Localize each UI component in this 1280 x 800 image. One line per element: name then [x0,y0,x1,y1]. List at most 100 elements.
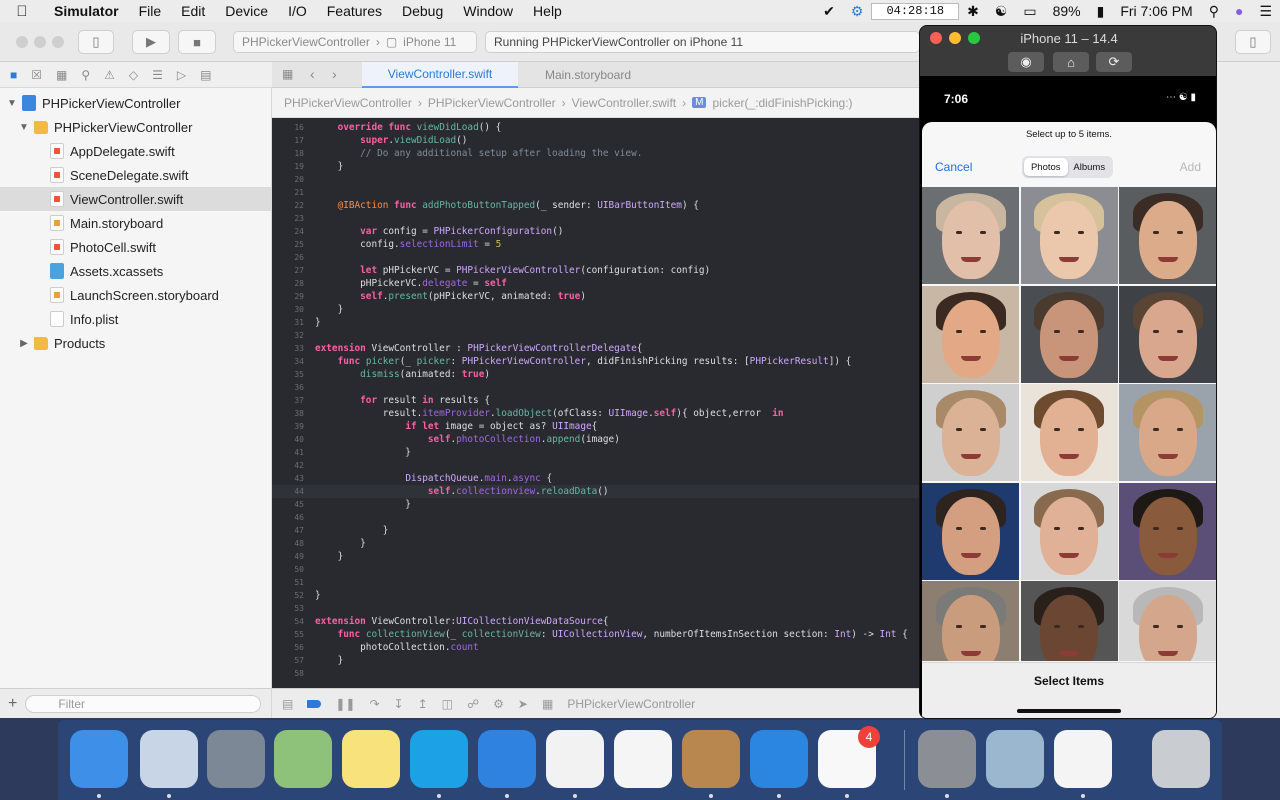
code-line[interactable]: 22 @IBAction func addPhotoButtonTapped(_… [272,199,922,212]
project-navigator-icon[interactable]: ■ [10,68,17,82]
photo-thumbnail[interactable] [1020,384,1118,481]
menu-window[interactable]: Window [453,0,523,22]
navigator-item-scenedelegate[interactable]: SceneDelegate.swift [0,163,271,187]
code-line[interactable]: 56 photoCollection.count [272,641,922,654]
stop-button-icon[interactable]: ■ [178,30,216,54]
code-line[interactable]: 30 } [272,303,922,316]
line-number[interactable]: 50 [272,563,304,576]
code-line[interactable]: 35 dismiss(animated: true) [272,368,922,381]
line-number[interactable]: 47 [272,524,304,537]
find-navigator-icon[interactable]: ⚲ [81,68,90,82]
line-number[interactable]: 41 [272,446,304,459]
code-line[interactable]: 52} [272,589,922,602]
disclosure-open-icon[interactable]: ▼ [18,122,30,133]
code-line[interactable]: 49 } [272,550,922,563]
photo-thumbnail[interactable] [1119,384,1216,481]
textedit-icon[interactable] [1054,730,1112,788]
photo-thumbnail[interactable] [922,581,1019,661]
code-line[interactable]: 42 [272,459,922,472]
line-number[interactable]: 20 [272,173,304,186]
back-arrow-icon[interactable]: ‹ [310,66,315,82]
mail-icon[interactable] [140,730,198,788]
xcode-icon[interactable] [478,730,536,788]
navigator-item-products[interactable]: ▶ Products [0,331,271,355]
code-line[interactable]: 31} [272,316,922,329]
code-line[interactable]: 43 DispatchQueue.main.async { [272,472,922,485]
tab-viewcontroller-swift[interactable]: ViewController.swift [362,62,518,88]
menu-features[interactable]: Features [317,0,392,22]
photo-thumbnail[interactable] [1020,285,1118,383]
line-number[interactable]: 48 [272,537,304,550]
test-navigator-icon[interactable]: ◇ [129,68,138,82]
code-line[interactable]: 25 config.selectionLimit = 5 [272,238,922,251]
line-number[interactable]: 45 [272,498,304,511]
launchpad-icon[interactable] [207,730,265,788]
jumpbar-method[interactable]: picker(_:didFinishPicking:) [712,96,852,110]
navigator-item-group[interactable]: ▼ PHPickerViewController [0,115,271,139]
line-number[interactable]: 25 [272,238,304,251]
control-center-icon[interactable]: ☰ [1251,3,1280,20]
photo-thumbnail[interactable] [922,285,1019,383]
line-number[interactable]: 22 [272,199,304,212]
code-line[interactable]: 16 override func viewDidLoad() { [272,121,922,134]
photo-thumbnail[interactable] [1119,285,1216,383]
line-number[interactable]: 17 [272,134,304,147]
menubar-datetime[interactable]: Fri 7:06 PM [1112,3,1200,19]
photo-thumbnail[interactable] [922,482,1019,580]
window-minimize-button[interactable] [34,36,46,48]
code-line[interactable]: 37 for result in results { [272,394,922,407]
jumpbar-file[interactable]: ViewController.swift [572,96,676,110]
code-line[interactable]: 46 [272,511,922,524]
debug-navigator-icon[interactable]: ☰ [152,68,163,82]
clock-widget[interactable]: 04:28:18 [871,2,960,20]
code-line[interactable]: 20 [272,173,922,186]
code-line[interactable]: 21 [272,186,922,199]
finder-icon[interactable] [70,730,128,788]
line-number[interactable]: 29 [272,290,304,303]
navigator-item-assets[interactable]: Assets.xcassets [0,259,271,283]
code-line[interactable]: 19 } [272,160,922,173]
navigator-item-photocell[interactable]: PhotoCell.swift [0,235,271,259]
code-line[interactable]: 51 [272,576,922,589]
sync-status-icon[interactable]: ⚙ [843,3,872,20]
code-line[interactable]: 32 [272,329,922,342]
window-zoom-button[interactable] [52,36,64,48]
line-number[interactable]: 21 [272,186,304,199]
code-line[interactable]: 18 // Do any additional setup after load… [272,147,922,160]
line-number[interactable]: 31 [272,316,304,329]
code-line[interactable]: 33 extension ViewController : PHPickerVie… [272,342,922,355]
code-line[interactable]: 54 extension ViewController:UICollectionV… [272,615,922,628]
line-number[interactable]: 34 [272,355,304,368]
line-number[interactable]: 28 [272,277,304,290]
line-number[interactable]: 49 [272,550,304,563]
notes-icon[interactable] [342,730,400,788]
code-line[interactable]: 48 } [272,537,922,550]
add-file-icon[interactable]: + [8,695,17,713]
home-indicator[interactable] [1017,709,1121,713]
menu-file[interactable]: File [129,0,172,22]
line-number[interactable]: 32 [272,329,304,342]
navigator-item-appdelegate[interactable]: AppDelegate.swift [0,139,271,163]
code-line[interactable]: 39 if let image = object as? UIImage{ [272,420,922,433]
breakpoints-toggle-icon[interactable] [307,699,322,708]
code-line[interactable]: 58 [272,667,922,680]
navigator-item-viewcontroller[interactable]: ViewController.swift [0,187,271,211]
code-line[interactable]: 44 self.collectionview.reloadData() [272,485,922,498]
window-close-button[interactable] [16,36,28,48]
tab-main-storyboard[interactable]: Main.storyboard [518,62,658,88]
apple-menu-icon[interactable]:  [0,3,44,20]
line-number[interactable]: 16 [272,121,304,134]
code-line[interactable]: 47 } [272,524,922,537]
source-editor[interactable]: 16 override func viewDidLoad() {17 super… [272,118,922,688]
line-number[interactable]: 58 [272,667,304,680]
line-number[interactable]: 44 [272,485,304,498]
related-items-icon[interactable]: ▦ [282,67,293,81]
disclosure-open-icon[interactable]: ▼ [6,98,18,109]
airplay-icon[interactable]: ▭ [1015,3,1044,20]
photo-thumbnail[interactable] [1119,581,1216,661]
menu-device[interactable]: Device [215,0,278,22]
bluetooth-icon[interactable]: ✱ [959,3,987,20]
line-number[interactable]: 37 [272,394,304,407]
skype-icon[interactable] [410,730,468,788]
navigator-item-launchscreen[interactable]: LaunchScreen.storyboard [0,283,271,307]
